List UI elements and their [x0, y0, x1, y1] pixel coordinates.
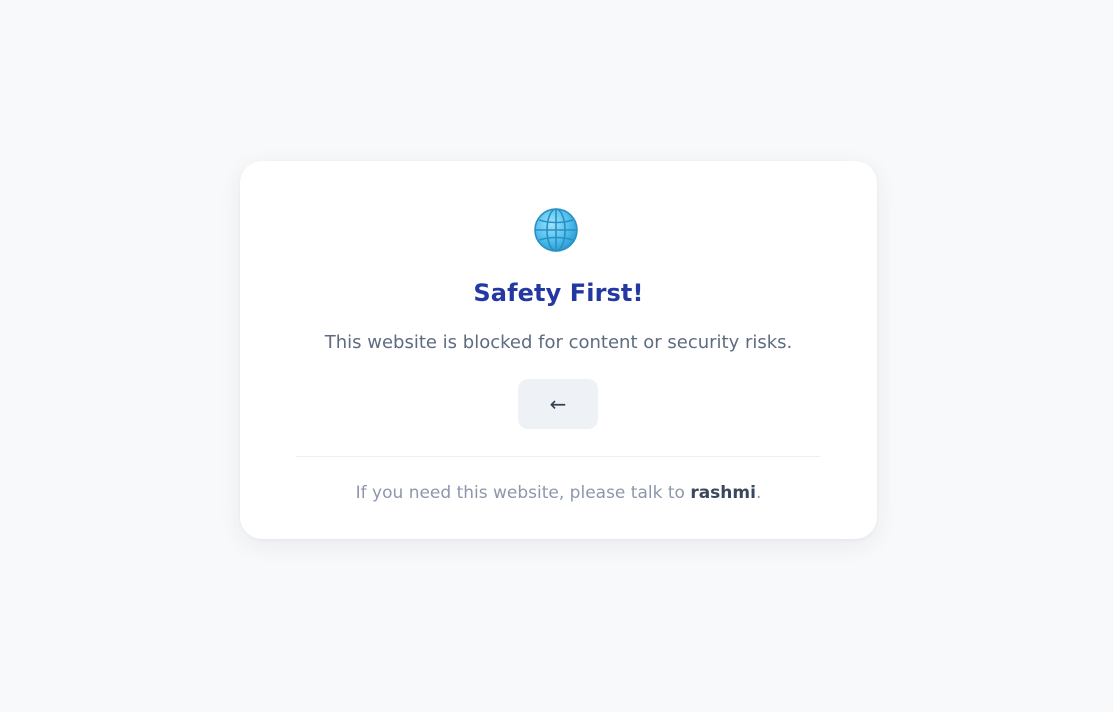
blocked-site-card: Safety First! This website is blocked fo… — [240, 161, 877, 539]
page-title: Safety First! — [473, 279, 644, 307]
blocked-message: This website is blocked for content or s… — [324, 332, 793, 353]
arrow-left-icon: ← — [549, 392, 567, 416]
contact-name: rashmi — [690, 483, 756, 503]
globe-icon — [533, 207, 579, 253]
footer-note: If you need this website, please talk to… — [240, 480, 877, 506]
divider — [296, 456, 820, 457]
page: Safety First! This website is blocked fo… — [0, 0, 1113, 712]
footer-prefix: If you need this website, please talk to — [355, 483, 691, 503]
footer-suffix: . — [755, 483, 762, 503]
back-button[interactable]: ← — [518, 379, 598, 429]
